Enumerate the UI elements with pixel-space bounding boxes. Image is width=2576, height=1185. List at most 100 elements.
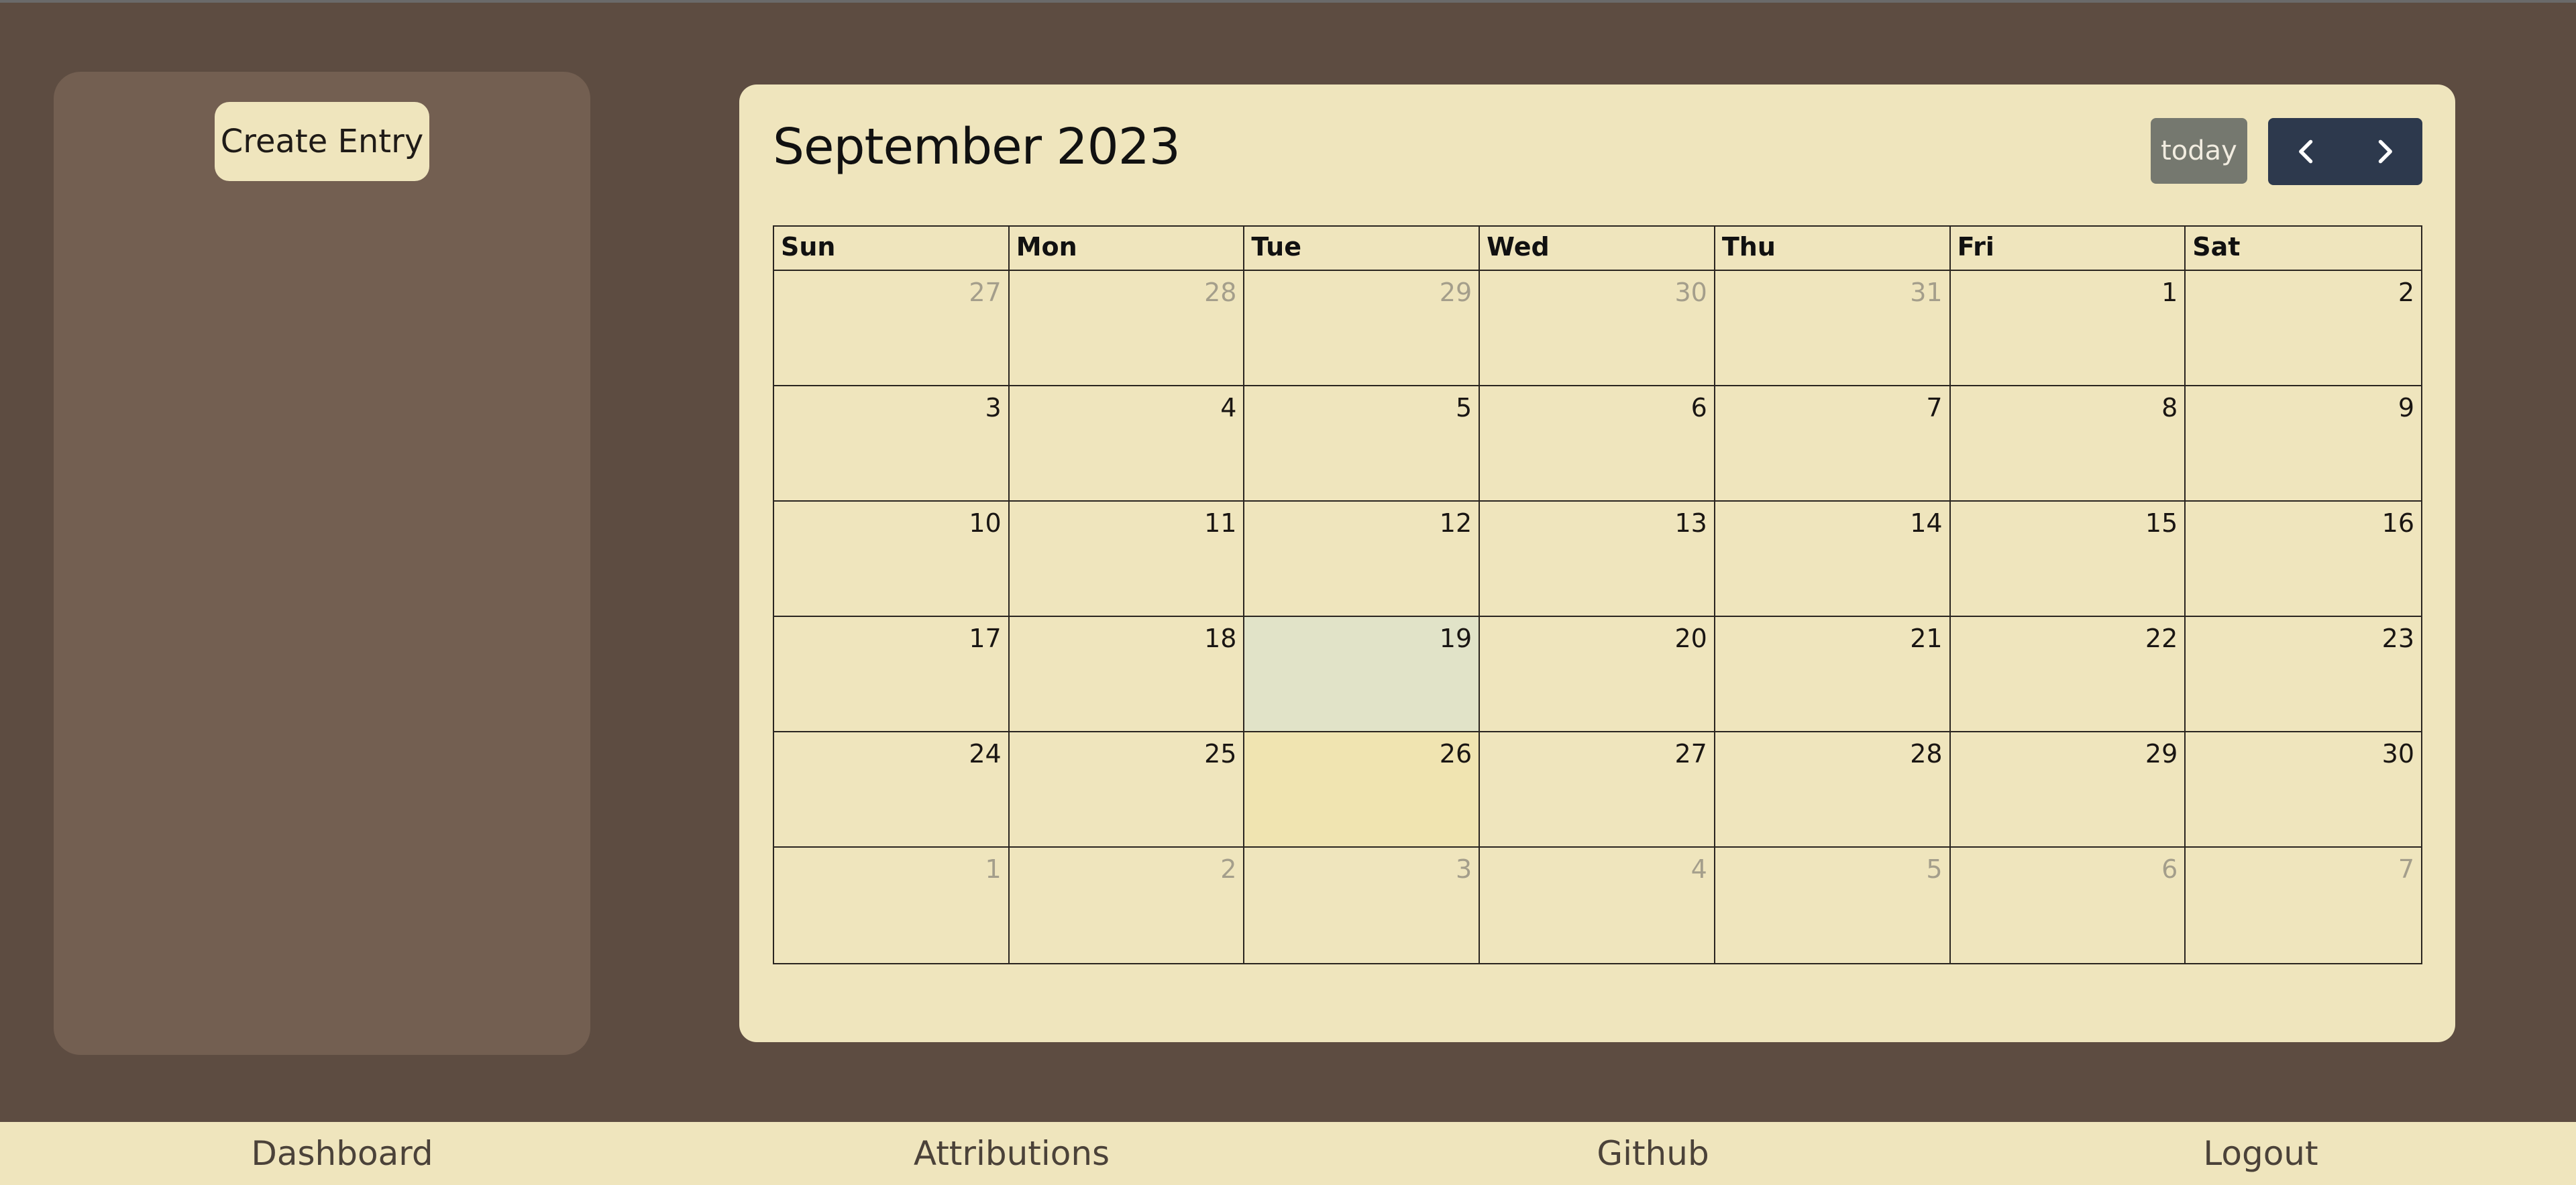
day-cell[interactable]: 30: [1480, 271, 1715, 386]
day-cell[interactable]: 25: [1009, 732, 1245, 848]
footer-nav: Dashboard Attributions Github Logout: [0, 1122, 2576, 1185]
day-number: 17: [969, 624, 1002, 653]
day-number: 11: [1204, 508, 1237, 538]
day-number: 25: [1204, 739, 1237, 769]
chevron-left-icon: [2298, 139, 2312, 164]
day-cell[interactable]: 8: [1950, 386, 2186, 502]
day-cell[interactable]: 27: [774, 271, 1010, 386]
day-cell[interactable]: 3: [774, 386, 1010, 502]
day-cell[interactable]: 17: [774, 617, 1010, 732]
day-cell[interactable]: 15: [1950, 502, 2186, 617]
day-cell[interactable]: 24: [774, 732, 1010, 848]
day-cell[interactable]: 27: [1480, 732, 1715, 848]
today-button[interactable]: today: [2151, 118, 2247, 184]
weekday-header: Thu: [1715, 227, 1951, 271]
day-cell[interactable]: 1: [774, 848, 1010, 963]
footer-link-attributions[interactable]: Attributions: [914, 1134, 1110, 1173]
day-number: 1: [2161, 278, 2178, 307]
day-number: 4: [1220, 393, 1237, 422]
day-number: 7: [2398, 854, 2414, 884]
day-number: 1: [985, 854, 1002, 884]
day-number: 20: [1674, 624, 1707, 653]
day-cell[interactable]: 4: [1009, 386, 1245, 502]
next-month-button[interactable]: [2345, 118, 2422, 185]
day-number: 4: [1690, 854, 1707, 884]
day-number: 27: [969, 278, 1002, 307]
weekday-header: Fri: [1950, 227, 2186, 271]
day-cell[interactable]: 7: [1715, 386, 1951, 502]
day-cell[interactable]: 3: [1244, 848, 1481, 963]
day-number: 28: [1204, 278, 1237, 307]
day-number: 12: [1439, 508, 1472, 538]
day-number: 3: [1455, 854, 1472, 884]
day-number: 19: [1439, 624, 1472, 653]
day-number: 5: [1926, 854, 1943, 884]
day-cell[interactable]: 28: [1715, 732, 1951, 848]
day-cell[interactable]: 19: [1244, 617, 1481, 732]
day-cell[interactable]: 21: [1715, 617, 1951, 732]
day-number: 31: [1910, 278, 1943, 307]
footer-link-github[interactable]: Github: [1597, 1134, 1709, 1173]
footer-link-dashboard[interactable]: Dashboard: [251, 1134, 433, 1173]
day-number: 10: [969, 508, 1002, 538]
day-number: 2: [1220, 854, 1237, 884]
day-number: 13: [1674, 508, 1707, 538]
day-cell[interactable]: 14: [1715, 502, 1951, 617]
day-number: 5: [1455, 393, 1472, 422]
day-cell[interactable]: 20: [1480, 617, 1715, 732]
calendar-grid: Sun Mon Tue Wed Thu Fri Sat 27 28 29 30 31 1 2 3 4 5 6 7 8 9…: [773, 225, 2422, 964]
day-number: 26: [1439, 739, 1472, 769]
day-cell[interactable]: 16: [2186, 502, 2421, 617]
day-number: 22: [2145, 624, 2178, 653]
window-top-border: [0, 0, 2576, 3]
day-number: 23: [2381, 624, 2414, 653]
day-cell[interactable]: 28: [1009, 271, 1245, 386]
day-cell[interactable]: 13: [1480, 502, 1715, 617]
weekday-header: Mon: [1009, 227, 1245, 271]
day-number: 14: [1910, 508, 1943, 538]
day-cell[interactable]: 6: [1480, 386, 1715, 502]
day-cell[interactable]: 31: [1715, 271, 1951, 386]
create-entry-button[interactable]: Create Entry: [215, 102, 429, 181]
day-cell[interactable]: 10: [774, 502, 1010, 617]
day-cell[interactable]: 4: [1480, 848, 1715, 963]
day-cell[interactable]: 29: [1244, 271, 1481, 386]
day-number: 30: [2381, 739, 2414, 769]
day-cell[interactable]: 6: [1951, 848, 2186, 963]
day-number: 18: [1204, 624, 1237, 653]
day-number: 21: [1910, 624, 1943, 653]
weekday-header: Sat: [2186, 227, 2421, 271]
day-cell[interactable]: 29: [1950, 732, 2186, 848]
day-cell[interactable]: 11: [1009, 502, 1245, 617]
day-cell[interactable]: 30: [2186, 732, 2421, 848]
day-number: 16: [2381, 508, 2414, 538]
calendar-card: September 2023 today Sun Mon Tue Wed Thu Fri S…: [739, 84, 2455, 1042]
day-cell[interactable]: 23: [2186, 617, 2421, 732]
day-number: 29: [1439, 278, 1472, 307]
day-cell[interactable]: 9: [2186, 386, 2421, 502]
day-cell[interactable]: 22: [1950, 617, 2186, 732]
chevron-right-icon: [2378, 139, 2392, 164]
day-cell[interactable]: 2: [2186, 271, 2421, 386]
prev-month-button[interactable]: [2268, 118, 2345, 185]
day-number: 27: [1674, 739, 1707, 769]
day-number: 29: [2145, 739, 2178, 769]
day-number: 24: [969, 739, 1002, 769]
calendar-title: September 2023: [773, 118, 1181, 176]
footer-link-logout[interactable]: Logout: [2203, 1134, 2318, 1173]
day-cell[interactable]: 26: [1244, 732, 1481, 848]
day-cell[interactable]: 2: [1010, 848, 1245, 963]
day-number: 6: [2161, 854, 2178, 884]
weekday-header: Tue: [1244, 227, 1481, 271]
day-cell[interactable]: 5: [1244, 386, 1481, 502]
day-cell[interactable]: 1: [1950, 271, 2186, 386]
day-number: 6: [1690, 393, 1707, 422]
day-cell[interactable]: 5: [1715, 848, 1951, 963]
day-cell[interactable]: 7: [2186, 848, 2421, 963]
day-number: 30: [1674, 278, 1707, 307]
sidebar-panel: Create Entry: [54, 72, 590, 1055]
day-number: 8: [2161, 393, 2178, 422]
day-cell[interactable]: 12: [1244, 502, 1481, 617]
day-cell[interactable]: 18: [1009, 617, 1245, 732]
day-number: 7: [1926, 393, 1943, 422]
